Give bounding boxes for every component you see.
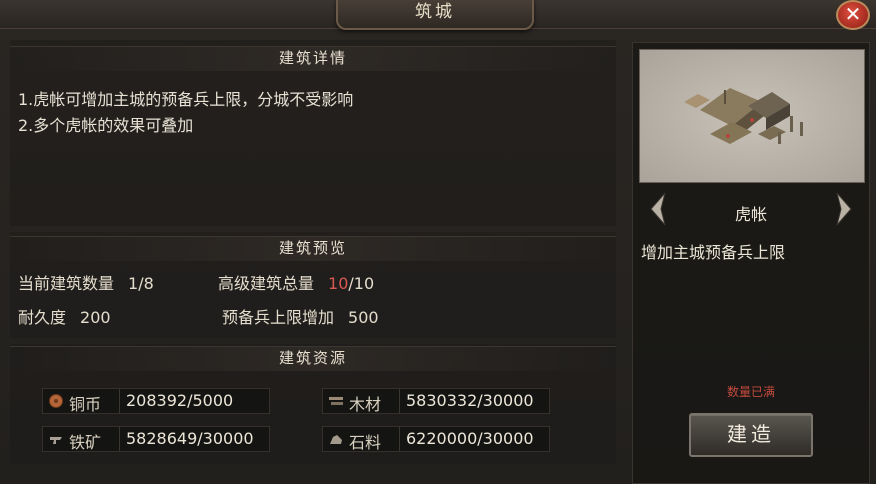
details-section: 建筑详情 1.虎帐可增加主城的预备兵上限，分城不受影响 2.多个虎帐的效果可叠加	[10, 40, 616, 226]
resource-iron: 铁矿 5828649/30000	[42, 426, 270, 452]
resource-wood: 木材 5830332/30000	[322, 388, 550, 414]
tiger-camp-illustration	[684, 88, 803, 144]
reserve-label: 预备兵上限增加	[222, 308, 335, 327]
detail-line-2: 2.多个虎帐的效果可叠加	[18, 116, 194, 135]
resource-value: 5830332/30000	[399, 389, 534, 413]
window-title: 筑城	[336, 0, 534, 30]
resource-value: 5828649/30000	[119, 427, 254, 451]
build-button[interactable]: 建造	[689, 413, 813, 457]
resource-name: 木材	[349, 395, 382, 414]
next-building-arrow-icon[interactable]	[835, 191, 853, 227]
building-image	[639, 49, 865, 183]
durability-value: 200	[80, 308, 111, 327]
advanced-total-max: /10	[348, 274, 375, 293]
resource-name: 铁矿	[69, 433, 102, 452]
current-count-value: 1/8	[128, 274, 154, 293]
preview-header: 建筑预览	[10, 236, 616, 261]
resource-stone: 石料 6220000/30000	[322, 426, 550, 452]
building-effect: 增加主城预备兵上限	[641, 243, 786, 262]
reserve-value: 500	[348, 308, 379, 327]
preview-section: 建筑预览 当前建筑数量 1/8 高级建筑总量 10/10 耐久度 200 预备兵上限增…	[10, 232, 616, 338]
building-panel: 虎帐 增加主城预备兵上限 数量已满 建造	[632, 42, 870, 484]
durability-label: 耐久度	[18, 308, 67, 327]
resources-section: 建筑资源 铜币 208392/5000 木材 5830332/30000 铁矿 …	[10, 344, 616, 464]
durability-stat: 耐久度 200	[18, 304, 111, 328]
advanced-total-label: 高级建筑总量	[218, 274, 315, 293]
left-panel: 建筑详情 1.虎帐可增加主城的预备兵上限，分城不受影响 2.多个虎帐的效果可叠加…	[10, 40, 616, 482]
build-dialog: 筑城 ✕ 建筑详情 1.虎帐可增加主城的预备兵上限，分城不受影响 2.多个虎帐的…	[0, 0, 876, 484]
current-count-stat: 当前建筑数量 1/8	[18, 270, 154, 294]
reserve-stat: 预备兵上限增加 500	[222, 304, 379, 328]
advanced-total-stat: 高级建筑总量 10/10	[218, 270, 374, 294]
resource-value: 208392/5000	[119, 389, 233, 413]
building-name: 虎帐	[734, 205, 767, 224]
copper-coin-icon	[49, 394, 63, 408]
iron-ore-icon	[50, 437, 62, 444]
close-button[interactable]: ✕	[836, 0, 870, 30]
wood-icon	[329, 397, 343, 405]
resource-name: 石料	[349, 433, 382, 452]
resources-header: 建筑资源	[10, 346, 616, 371]
status-full-text: 数量已满	[726, 385, 775, 399]
resource-value: 6220000/30000	[399, 427, 534, 451]
resource-copper: 铜币 208392/5000	[42, 388, 270, 414]
current-count-label: 当前建筑数量	[18, 274, 115, 293]
stone-icon	[330, 435, 342, 444]
details-header: 建筑详情	[10, 46, 616, 71]
resource-name: 铜币	[69, 395, 102, 414]
detail-line-1: 1.虎帐可增加主城的预备兵上限，分城不受影响	[18, 90, 354, 109]
advanced-total-current: 10	[328, 274, 349, 293]
